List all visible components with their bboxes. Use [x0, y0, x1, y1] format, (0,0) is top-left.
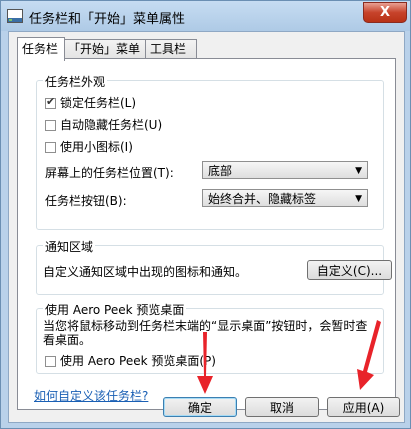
notification-area-group: 通知区域 自定义通知区域中出现的图标和通知。 自定义(C)...	[36, 238, 392, 295]
checkbox-checked: ✔	[45, 95, 56, 109]
chevron-down-icon: ▼	[355, 166, 362, 176]
close-icon: X	[379, 5, 391, 20]
taskbar-buttons-dropdown[interactable]: 始终合并、隐藏标签 ▼	[202, 189, 368, 207]
tab-taskbar[interactable]: 任务栏	[17, 37, 65, 61]
checkmark-icon: ✔	[46, 95, 56, 108]
ok-button[interactable]: 确定	[163, 397, 237, 417]
aero-peek-title: 使用 Aero Peek 预览桌面	[43, 301, 187, 318]
cancel-button[interactable]: 取消	[245, 397, 319, 417]
appearance-group-title: 任务栏外观	[43, 73, 108, 90]
checkbox-unchecked	[45, 142, 56, 153]
title-bar[interactable]: 任务栏和「开始」菜单属性 X	[1, 1, 410, 31]
taskbar-buttons-label: 任务栏按钮(B):	[45, 194, 127, 208]
taskbar-location-value: 底部	[208, 164, 233, 178]
taskbar-icon	[7, 9, 23, 23]
small-icons-checkbox[interactable]: 使用小图标(I)	[45, 138, 133, 155]
checkbox-unchecked	[45, 120, 56, 131]
autohide-taskbar-checkbox[interactable]: 自动隐藏任务栏(U)	[45, 116, 162, 133]
help-link[interactable]: 如何自定义该任务栏?	[34, 387, 148, 404]
window-title: 任务栏和「开始」菜单属性	[29, 12, 186, 27]
taskbar-location-dropdown[interactable]: 底部 ▼	[202, 161, 368, 179]
customize-button[interactable]: 自定义(C)...	[307, 260, 392, 280]
chevron-down-icon: ▼	[355, 194, 362, 204]
notification-area-description: 自定义通知区域中出现的图标和通知。	[43, 265, 248, 279]
taskbar-buttons-value: 始终合并、隐藏标签	[208, 192, 317, 206]
annotation-arrow-apply	[357, 320, 381, 390]
notification-area-title: 通知区域	[43, 238, 96, 255]
checkbox-unchecked	[45, 356, 56, 367]
close-button[interactable]: X	[363, 2, 407, 23]
lock-taskbar-label: 锁定任务栏(L)	[60, 96, 137, 110]
tab-toolbars[interactable]: 工具栏	[145, 39, 197, 59]
taskbar-location-label: 屏幕上的任务栏位置(T):	[45, 166, 174, 180]
lock-taskbar-checkbox[interactable]: ✔ 锁定任务栏(L)	[45, 94, 136, 111]
tab-start-menu[interactable]: 「开始」菜单	[63, 39, 147, 59]
small-icons-label: 使用小图标(I)	[60, 140, 133, 154]
appearance-group: 任务栏外观 ✔ 锁定任务栏(L) 自动隐藏任务栏(U) 使用小图标(I) 屏幕上的…	[36, 73, 384, 230]
apply-button[interactable]: 应用(A)	[327, 397, 400, 417]
autohide-taskbar-label: 自动隐藏任务栏(U)	[60, 118, 163, 132]
annotation-arrow-ok	[197, 332, 213, 394]
